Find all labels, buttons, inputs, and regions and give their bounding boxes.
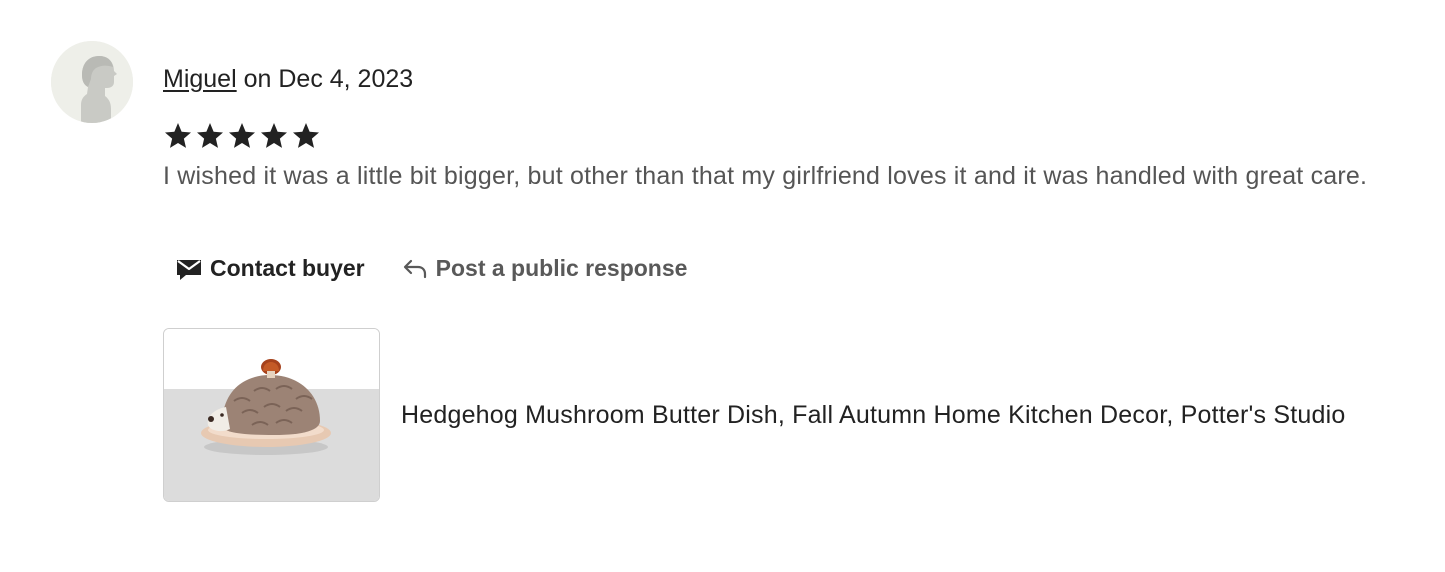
contact-buyer-label: Contact buyer: [210, 254, 365, 281]
star-icon: [259, 121, 289, 151]
star-icon: [227, 121, 257, 151]
product-thumbnail[interactable]: [163, 328, 380, 502]
star-icon: [163, 121, 193, 151]
review-actions: Contact buyer Post a public response: [163, 248, 699, 288]
review-header: Miguel on Dec 4, 2023: [163, 63, 413, 95]
reviewer-avatar: [51, 41, 133, 123]
reply-arrow-icon: [401, 254, 429, 282]
product-title-link[interactable]: Hedgehog Mushroom Butter Dish, Fall Autu…: [401, 399, 1345, 431]
review-text: I wished it was a little bit bigger, but…: [163, 162, 1368, 190]
contact-buyer-button[interactable]: Contact buyer: [163, 248, 377, 288]
star-rating: [163, 121, 321, 151]
reviewed-product: Hedgehog Mushroom Butter Dish, Fall Autu…: [163, 328, 1345, 502]
post-public-response-label: Post a public response: [435, 254, 688, 281]
review-date: on Dec 4, 2023: [236, 65, 414, 93]
star-icon: [195, 121, 225, 151]
post-public-response-button[interactable]: Post a public response: [397, 248, 700, 288]
envelope-icon: [175, 254, 203, 282]
default-user-icon: [51, 41, 133, 123]
reviewer-name-link[interactable]: Miguel: [163, 65, 237, 93]
star-icon: [291, 121, 321, 151]
